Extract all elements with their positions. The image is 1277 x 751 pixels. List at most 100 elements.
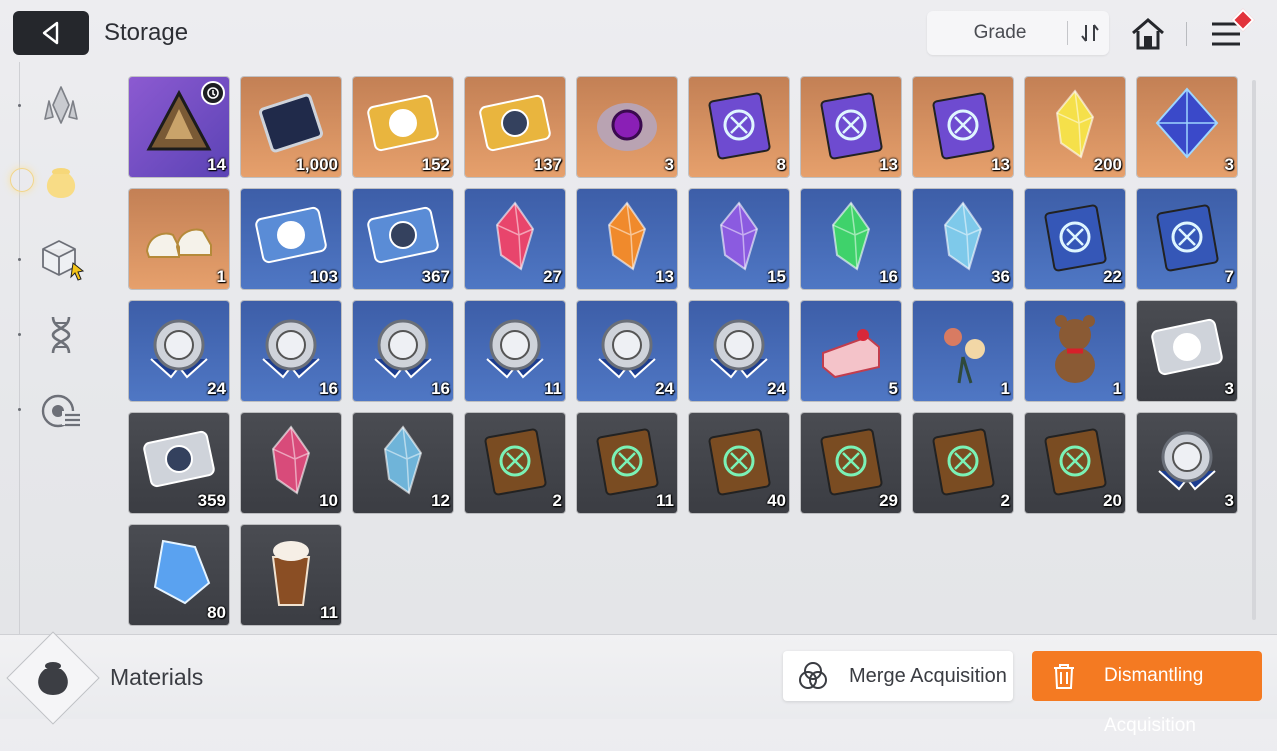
inventory-item-book-shield[interactable]: 11 bbox=[577, 413, 677, 513]
inventory-item-gold-crystal-shards[interactable]: 200 bbox=[1025, 77, 1125, 177]
inventory-item-blue-ticket-star[interactable]: 367 bbox=[353, 189, 453, 289]
item-quantity: 16 bbox=[319, 379, 338, 398]
nav-dot bbox=[18, 258, 21, 261]
item-quantity: 15 bbox=[767, 267, 786, 286]
inventory-item-triangle-device[interactable]: 14 bbox=[129, 77, 229, 177]
inventory-item-book-globe[interactable]: 20 bbox=[1025, 413, 1125, 513]
inventory-item-book-swords[interactable]: 2 bbox=[465, 413, 565, 513]
inventory-item-gold-ticket-portrait[interactable]: 152 bbox=[353, 77, 453, 177]
item-quantity: 24 bbox=[655, 379, 674, 398]
inventory-item-green-crystal[interactable]: 16 bbox=[801, 189, 901, 289]
inventory-item-cyan-crystal[interactable]: 36 bbox=[913, 189, 1013, 289]
inventory-item-gold-ticket-star[interactable]: 137 bbox=[465, 77, 565, 177]
item-quantity: 11 bbox=[544, 379, 562, 398]
sort-divider bbox=[1067, 21, 1068, 45]
inventory-item-red-crystal[interactable]: 27 bbox=[465, 189, 565, 289]
inventory-item-blue-manual-swords[interactable]: 22 bbox=[1025, 189, 1125, 289]
medal-wings-icon bbox=[486, 319, 544, 379]
inventory-item-purple-crystal[interactable]: 15 bbox=[689, 189, 789, 289]
inventory-item-blue-octahedron[interactable]: 3 bbox=[1137, 77, 1237, 177]
inventory-item-manual-wings[interactable]: 13 bbox=[913, 77, 1013, 177]
back-arrow-icon bbox=[42, 21, 59, 45]
nav-tab-items[interactable] bbox=[34, 232, 88, 286]
home-icon bbox=[1132, 18, 1164, 50]
item-quantity: 200 bbox=[1093, 155, 1122, 174]
inventory-item-data-chip[interactable]: 1,000 bbox=[241, 77, 341, 177]
item-quantity: 13 bbox=[879, 155, 898, 174]
inventory-item-book-wings[interactable]: 29 bbox=[801, 413, 901, 513]
inventory-item-medal-triangle[interactable]: 16 bbox=[241, 301, 341, 401]
merge-icon bbox=[799, 662, 827, 689]
inventory-item-medal-wings[interactable]: 11 bbox=[465, 301, 565, 401]
nav-tab-genes[interactable] bbox=[34, 308, 88, 362]
item-quantity: 14 bbox=[207, 155, 226, 174]
item-quantity: 2 bbox=[552, 491, 562, 510]
inventory-item-manual-shield[interactable]: 13 bbox=[801, 77, 901, 177]
nav-dot bbox=[18, 408, 21, 411]
alert-icon bbox=[201, 81, 225, 105]
inventory-item-silver-ticket-portrait[interactable]: 3 bbox=[1137, 301, 1237, 401]
inventory-item-orange-crystal[interactable]: 13 bbox=[577, 189, 677, 289]
nav-dot bbox=[18, 104, 21, 107]
inventory-item-silver-ticket-star[interactable]: 359 bbox=[129, 413, 229, 513]
inventory-item-ice-crystal[interactable]: 12 bbox=[353, 413, 453, 513]
dna-icon bbox=[51, 316, 71, 354]
inventory-item-strawberry-cake[interactable]: 5 bbox=[801, 301, 901, 401]
merge-acquisition-button[interactable]: Merge Acquisition bbox=[783, 651, 1013, 701]
nav-rail bbox=[19, 62, 20, 634]
grid-scrollbar[interactable] bbox=[1252, 80, 1256, 620]
inventory-item-flower-bouquet[interactable]: 1 bbox=[913, 301, 1013, 401]
item-quantity: 29 bbox=[879, 491, 898, 510]
item-quantity: 80 bbox=[207, 603, 226, 622]
item-quantity: 11 bbox=[320, 603, 338, 622]
nav-tab-crystals[interactable] bbox=[34, 78, 88, 132]
item-quantity: 7 bbox=[1224, 267, 1234, 286]
silver-ticket-star-icon bbox=[143, 430, 215, 488]
pink-crystal-icon bbox=[271, 425, 311, 495]
inventory-item-medal-plus[interactable]: 24 bbox=[129, 301, 229, 401]
item-quantity: 3 bbox=[1224, 491, 1234, 510]
inventory-item-sneakers[interactable]: 1 bbox=[129, 189, 229, 289]
inventory-item-blue-ticket-portrait[interactable]: 103 bbox=[241, 189, 341, 289]
inventory-item-manual-swords[interactable]: 8 bbox=[689, 77, 789, 177]
inventory-item-blue-manual-bolt[interactable]: 7 bbox=[1137, 189, 1237, 289]
item-quantity: 3 bbox=[1224, 379, 1234, 398]
trash-icon bbox=[1054, 664, 1074, 689]
manual-shield-icon bbox=[820, 92, 883, 160]
dismantling-acquisition-button[interactable]: Dismantling Acquisition bbox=[1032, 651, 1262, 736]
inventory-item-medal-bolt[interactable]: 24 bbox=[577, 301, 677, 401]
inventory-item-book-bolt[interactable]: 2 bbox=[913, 413, 1013, 513]
item-quantity: 22 bbox=[1103, 267, 1122, 286]
inventory-item-medal-globe[interactable]: 24 bbox=[689, 301, 789, 401]
category-button[interactable] bbox=[28, 653, 78, 703]
sort-control: Grade bbox=[927, 11, 1109, 55]
book-bolt-icon bbox=[932, 428, 995, 496]
flower-bouquet-icon bbox=[944, 328, 985, 384]
inventory-item-bronze-medal-bolt[interactable]: 3 bbox=[1137, 413, 1237, 513]
back-button[interactable] bbox=[13, 11, 89, 55]
crystal-icon bbox=[44, 86, 78, 124]
manual-wings-icon bbox=[932, 92, 995, 160]
inventory-item-iced-coffee[interactable]: 11 bbox=[241, 525, 341, 625]
inventory-item-pink-crystal[interactable]: 10 bbox=[241, 413, 341, 513]
inventory-item-purple-eye-core[interactable]: 3 bbox=[577, 77, 677, 177]
sort-grade-button[interactable]: Grade bbox=[927, 11, 1073, 55]
sort-order-button[interactable] bbox=[1071, 11, 1109, 55]
item-quantity: 36 bbox=[991, 267, 1010, 286]
blue-octahedron-icon bbox=[1155, 87, 1219, 159]
item-quantity: 12 bbox=[431, 491, 450, 510]
blue-gem-cluster-icon bbox=[153, 539, 211, 605]
page-title: Storage bbox=[104, 19, 189, 46]
sort-toggle-icon bbox=[1081, 24, 1099, 42]
item-quantity: 10 bbox=[319, 491, 338, 510]
nav-tab-targets[interactable] bbox=[34, 384, 88, 438]
home-button[interactable] bbox=[1128, 14, 1168, 54]
iced-coffee-icon bbox=[271, 541, 311, 606]
nav-tab-materials[interactable] bbox=[34, 155, 88, 209]
inventory-item-teddy-bear[interactable]: 1 bbox=[1025, 301, 1125, 401]
medal-triangle-icon bbox=[262, 319, 320, 379]
inventory-item-book-target[interactable]: 40 bbox=[689, 413, 789, 513]
inventory-item-medal-target[interactable]: 16 bbox=[353, 301, 453, 401]
inventory-item-blue-gem-cluster[interactable]: 80 bbox=[129, 525, 229, 625]
merge-acquisition-label: Merge Acquisition bbox=[849, 665, 1007, 687]
